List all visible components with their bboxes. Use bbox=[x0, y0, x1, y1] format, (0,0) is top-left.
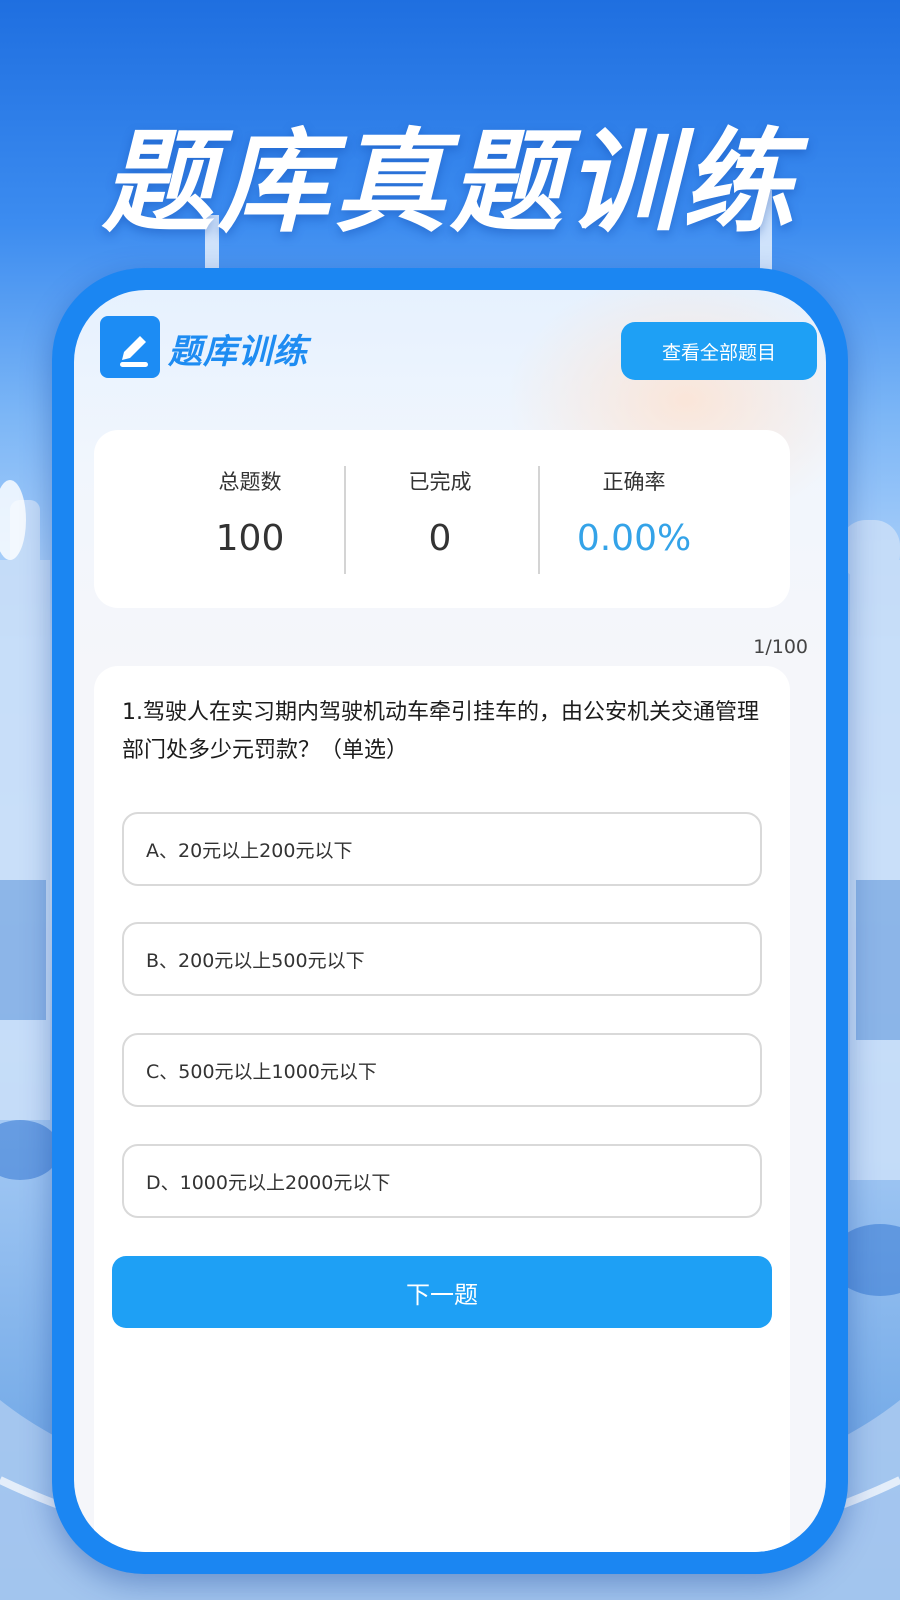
view-all-questions-button[interactable]: 查看全部题目 bbox=[621, 322, 817, 380]
pencil-note-icon bbox=[100, 316, 160, 378]
stat-total-value: 100 bbox=[215, 518, 285, 559]
app-screen: 题库训练 查看全部题目 总题数 100 已完成 0 正确率 0.00% 1/10… bbox=[74, 290, 826, 1552]
stat-total-label: 总题数 bbox=[218, 470, 282, 494]
phone-frame: 题库训练 查看全部题目 总题数 100 已完成 0 正确率 0.00% 1/10… bbox=[52, 268, 848, 1574]
stat-accuracy-label: 正确率 bbox=[602, 470, 666, 494]
option-b[interactable]: B、200元以上500元以下 bbox=[122, 922, 762, 996]
stat-accuracy: 正确率 0.00% bbox=[534, 466, 734, 559]
option-a[interactable]: A、20元以上200元以下 bbox=[122, 812, 762, 886]
stat-completed-label: 已完成 bbox=[408, 470, 472, 494]
option-d[interactable]: D、1000元以上2000元以下 bbox=[122, 1144, 762, 1218]
question-card: 1.驾驶人在实习期内驾驶机动车牵引挂车的，由公安机关交通管理部门处多少元罚款？（… bbox=[94, 666, 790, 1552]
question-progress: 1/100 bbox=[753, 636, 808, 658]
stat-accuracy-value: 0.00% bbox=[576, 518, 692, 559]
stat-completed: 已完成 0 bbox=[340, 466, 540, 559]
next-question-button[interactable]: 下一题 bbox=[112, 1256, 772, 1328]
stat-total: 总题数 100 bbox=[150, 466, 350, 559]
stats-card: 总题数 100 已完成 0 正确率 0.00% bbox=[94, 430, 790, 608]
option-c[interactable]: C、500元以上1000元以下 bbox=[122, 1033, 762, 1107]
promo-title: 题库真题训练 bbox=[102, 118, 798, 248]
question-text: 1.驾驶人在实习期内驾驶机动车牵引挂车的，由公安机关交通管理部门处多少元罚款？（… bbox=[122, 700, 759, 763]
app-title: 题库训练 bbox=[168, 332, 308, 372]
app-header: 题库训练 查看全部题目 bbox=[100, 310, 817, 390]
stat-completed-value: 0 bbox=[428, 518, 452, 559]
